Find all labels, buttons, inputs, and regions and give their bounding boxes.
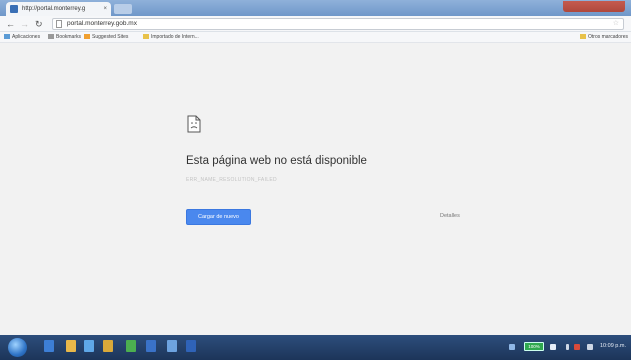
reload-button[interactable]: Cargar de nuevo (186, 209, 251, 225)
reload-icon[interactable]: ↻ (35, 17, 43, 31)
bookmarks-bar: Aplicaciones Bookmarks Suggested Sites I… (0, 32, 631, 43)
close-window-button[interactable] (563, 1, 625, 12)
folder-icon (143, 34, 149, 39)
tab-title: http://portal.monterrey.g (22, 6, 86, 12)
taskbar-app-icon[interactable] (167, 340, 177, 352)
sad-page-icon (187, 115, 201, 133)
title-bar: http://portal.monterrey.g × (0, 0, 631, 16)
tray-icon[interactable] (566, 344, 569, 350)
error-code: ERR_NAME_RESOLUTION_FAILED (186, 177, 277, 183)
star-icon (48, 34, 54, 39)
tray-icon[interactable] (509, 344, 515, 350)
bookmark-imported[interactable]: Importado de Intern... (143, 32, 199, 43)
back-arrow-icon[interactable]: ← (6, 17, 15, 31)
taskbar-app-icon[interactable] (146, 340, 156, 352)
forward-arrow-icon[interactable]: → (20, 17, 29, 31)
folder-icon (580, 34, 586, 39)
ie-icon[interactable] (44, 340, 54, 352)
page-icon (56, 20, 62, 28)
taskbar: 100% 10:09 p.m. (0, 335, 631, 360)
explorer-icon[interactable] (66, 340, 76, 352)
page-content: Esta página web no está disponible ERR_N… (0, 43, 631, 335)
browser-toolbar: ← → ↻ portal.monterrey.gob.mx ☆ (0, 16, 631, 32)
tab-close-icon[interactable]: × (103, 2, 107, 16)
address-bar[interactable]: portal.monterrey.gob.mx ☆ (52, 18, 624, 30)
volume-icon[interactable] (587, 344, 593, 350)
new-tab-button[interactable] (114, 4, 132, 14)
start-button[interactable] (8, 338, 27, 357)
network-icon[interactable] (550, 344, 556, 350)
details-link[interactable]: Detalles (440, 213, 460, 219)
battery-indicator[interactable]: 100% (524, 342, 544, 351)
taskbar-app-icon[interactable] (103, 340, 113, 352)
chrome-icon[interactable] (126, 340, 136, 352)
bookmark-other[interactable]: Otros marcadores (580, 32, 628, 43)
bookmark-bookmarks[interactable]: Bookmarks (48, 32, 81, 43)
flag-icon[interactable] (574, 344, 580, 350)
error-title: Esta página web no está disponible (186, 155, 367, 167)
browser-tab[interactable]: http://portal.monterrey.g × (6, 2, 111, 16)
bookmark-apps[interactable]: Aplicaciones (4, 32, 40, 43)
taskbar-app-icon[interactable] (186, 340, 196, 352)
tab-favicon-icon (10, 5, 18, 13)
bookmark-suggested-sites[interactable]: Suggested Sites (84, 32, 128, 43)
bookmark-star-icon[interactable]: ☆ (613, 19, 619, 29)
taskbar-app-icon[interactable] (84, 340, 94, 352)
address-url: portal.monterrey.gob.mx (67, 20, 137, 27)
clock[interactable]: 10:09 p.m. (600, 343, 626, 349)
suggested-sites-icon (84, 34, 90, 39)
apps-grid-icon (4, 34, 10, 39)
